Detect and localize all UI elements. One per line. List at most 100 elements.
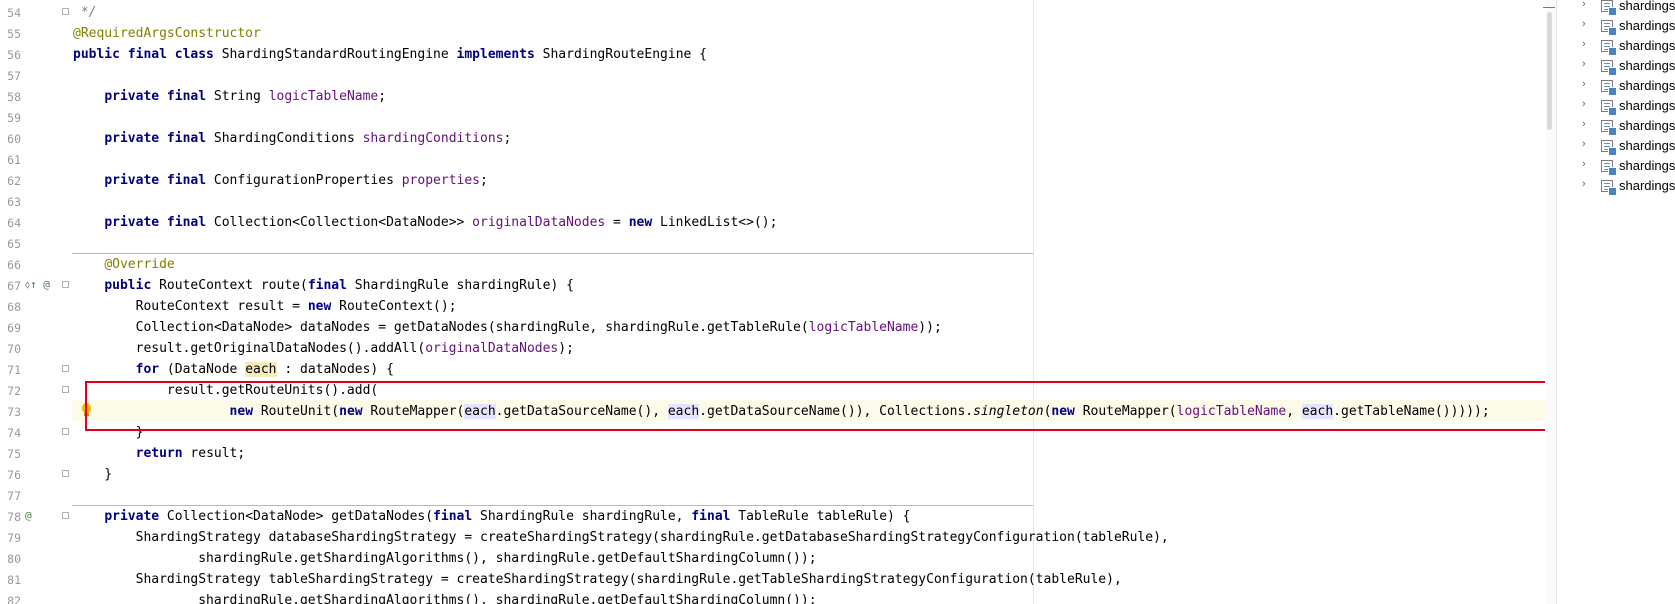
gutter-line[interactable]: 63 — [0, 191, 72, 212]
gutter-line[interactable]: 79 — [0, 527, 72, 548]
chevron-right-icon[interactable]: › — [1582, 158, 1586, 170]
chevron-right-icon[interactable]: › — [1582, 38, 1586, 50]
gutter-line[interactable]: 64 — [0, 212, 72, 233]
code-token: private final — [104, 131, 207, 146]
gutter-line[interactable]: 54 — [0, 2, 72, 23]
fold-toggle-icon[interactable] — [62, 428, 69, 435]
gutter-line[interactable]: 62 — [0, 170, 72, 191]
code-line[interactable]: RouteContext result = new RouteContext()… — [73, 296, 457, 317]
code-token: @Override — [104, 257, 175, 272]
code-line[interactable]: public final class ShardingStandardRouti… — [73, 44, 707, 65]
code-line[interactable]: result.getOriginalDataNodes().addAll(ori… — [73, 338, 574, 359]
chevron-right-icon[interactable]: › — [1582, 0, 1586, 10]
chevron-right-icon[interactable]: › — [1582, 78, 1586, 90]
chevron-right-icon[interactable]: › — [1582, 18, 1586, 30]
code-line[interactable]: private final String logicTableName; — [73, 86, 386, 107]
project-tree-item[interactable]: › shardings — [1557, 57, 1675, 77]
gutter-line[interactable]: 81 — [0, 569, 72, 590]
code-line[interactable]: public RouteContext route(final Sharding… — [73, 275, 574, 296]
project-tree-item[interactable]: › shardings — [1557, 77, 1675, 97]
gutter-line[interactable]: 80 — [0, 548, 72, 569]
gutter-line[interactable]: 73 — [0, 401, 72, 422]
code-line[interactable]: shardingRule.getShardingAlgorithms(), sh… — [73, 548, 816, 569]
project-tree-item[interactable]: › shardings — [1557, 177, 1675, 197]
line-number: 76 — [7, 468, 21, 482]
line-number: 74 — [7, 426, 21, 440]
fold-toggle-icon[interactable] — [62, 470, 69, 477]
code-token: (DataNode — [159, 362, 246, 377]
code-line[interactable]: private final ConfigurationProperties pr… — [73, 170, 488, 191]
code-line[interactable]: } — [73, 464, 112, 485]
gutter-line[interactable]: 57 — [0, 65, 72, 86]
gutter-marker-icon[interactable]: ⬨↑ @ — [25, 278, 50, 292]
gutter-line[interactable]: 82 — [0, 590, 72, 604]
code-token: )); — [918, 320, 942, 335]
line-gutter[interactable]: 54 55 56 57 58 59 60 61 62 63 64 65 66 67 ⬨↑ @ 68 69 70 71… — [0, 0, 72, 604]
gutter-line[interactable]: 69 — [0, 317, 72, 338]
project-tree-item[interactable]: › shardings — [1557, 157, 1675, 177]
code-line[interactable]: @Override — [73, 254, 175, 275]
module-icon — [1601, 160, 1617, 176]
gutter-line[interactable]: 72 — [0, 380, 72, 401]
chevron-right-icon[interactable]: › — [1582, 58, 1586, 70]
code-token: public — [104, 278, 152, 293]
gutter-line[interactable]: 65 — [0, 233, 72, 254]
code-line[interactable]: */ — [73, 2, 97, 23]
fold-toggle-icon[interactable] — [62, 365, 69, 372]
code-line[interactable]: private final Collection<Collection<Data… — [73, 212, 777, 233]
chevron-right-icon[interactable]: › — [1582, 178, 1586, 190]
gutter-line[interactable]: 59 — [0, 107, 72, 128]
code-line[interactable]: return result; — [73, 443, 246, 464]
gutter-line[interactable]: 60 — [0, 128, 72, 149]
code-token: TableRule tableRule) { — [730, 509, 911, 524]
gutter-line[interactable]: 74 — [0, 422, 72, 443]
project-panel[interactable]: › shardings › shardings › shardings › shardings… — [1557, 0, 1675, 604]
gutter-line[interactable]: 77 — [0, 485, 72, 506]
gutter-line[interactable]: 68 — [0, 296, 72, 317]
gutter-line[interactable]: 76 — [0, 464, 72, 485]
gutter-line[interactable]: 67 ⬨↑ @ — [0, 275, 72, 296]
fold-toggle-icon[interactable] — [62, 512, 69, 519]
gutter-line[interactable]: 71 — [0, 359, 72, 380]
gutter-line[interactable]: 61 — [0, 149, 72, 170]
project-tree-item[interactable]: › shardings — [1557, 117, 1675, 137]
code-line[interactable]: ShardingStrategy databaseShardingStrateg… — [73, 527, 1169, 548]
code-line[interactable]: for (DataNode each : dataNodes) { — [73, 359, 394, 380]
project-tree-item[interactable]: › shardings — [1557, 137, 1675, 157]
gutter-line[interactable]: 55 — [0, 23, 72, 44]
gutter-line[interactable]: 78 @ — [0, 506, 72, 527]
chevron-right-icon[interactable]: › — [1582, 118, 1586, 130]
code-line[interactable]: private Collection<DataNode> getDataNode… — [73, 506, 911, 527]
chevron-right-icon[interactable]: › — [1582, 98, 1586, 110]
code-line[interactable]: shardingRule.getShardingAlgorithms(), sh… — [73, 590, 816, 604]
code-line[interactable]: @RequiredArgsConstructor — [73, 23, 261, 44]
code-editor[interactable]: 54 55 56 57 58 59 60 61 62 63 64 65 66 67 ⬨↑ @ 68 69 70 71… — [0, 0, 1555, 604]
gutter-line[interactable]: 66 — [0, 254, 72, 275]
gutter-line[interactable]: 56 — [0, 44, 72, 65]
gutter-marker-icon[interactable]: @ — [25, 509, 32, 522]
chevron-right-icon[interactable]: › — [1582, 138, 1586, 150]
code-line[interactable]: Collection<DataNode> dataNodes = getData… — [73, 317, 942, 338]
gutter-line[interactable]: 70 — [0, 338, 72, 359]
scrollbar-marker — [1543, 7, 1555, 8]
fold-toggle-icon[interactable] — [62, 281, 69, 288]
code-token: private final — [104, 173, 207, 188]
project-tree-item[interactable]: › shardings — [1557, 17, 1675, 37]
project-tree-item[interactable]: › shardings — [1557, 0, 1675, 17]
module-icon — [1601, 140, 1617, 156]
fold-toggle-icon[interactable] — [62, 8, 69, 15]
project-tree-item[interactable]: › shardings — [1557, 97, 1675, 117]
fold-toggle-icon[interactable] — [62, 386, 69, 393]
code-token: each — [245, 362, 277, 377]
tree-item-label: shardings — [1619, 158, 1675, 173]
code-token: logicTableName — [268, 89, 379, 104]
module-icon — [1601, 80, 1617, 96]
project-tree-item[interactable]: › shardings — [1557, 37, 1675, 57]
gutter-line[interactable]: 58 — [0, 86, 72, 107]
gutter-line[interactable]: 75 — [0, 443, 72, 464]
code-line[interactable]: ShardingStrategy tableShardingStrategy =… — [73, 569, 1122, 590]
code-line[interactable]: private final ShardingConditions shardin… — [73, 128, 511, 149]
scrollbar-thumb[interactable] — [1547, 12, 1552, 130]
